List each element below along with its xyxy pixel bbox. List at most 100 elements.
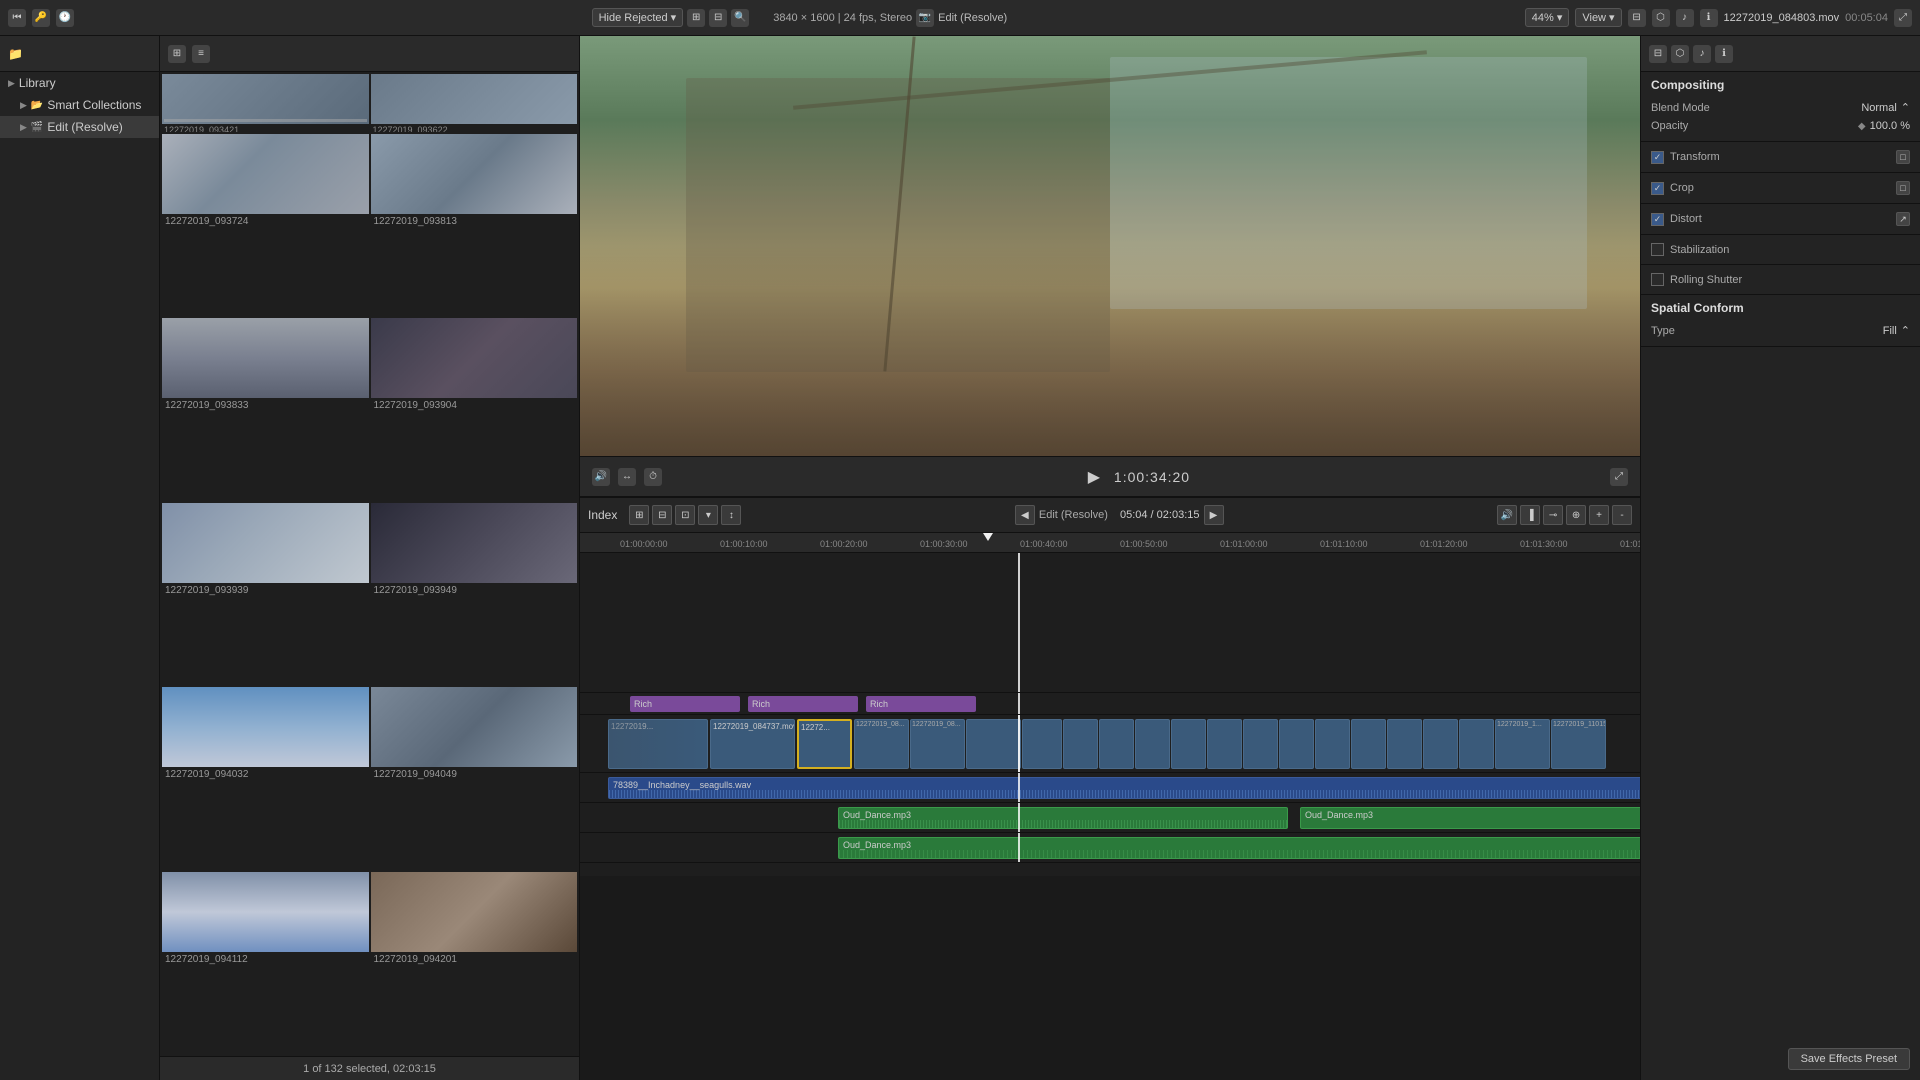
vc17[interactable]: [1423, 719, 1458, 769]
transform-icon[interactable]: ↔: [618, 468, 636, 486]
audio-track-seagulls: 78389__Inchadney__seagulls.wav: [580, 773, 1640, 803]
vc11[interactable]: [1207, 719, 1242, 769]
tl-btn-5[interactable]: ↕: [721, 505, 741, 525]
vc15[interactable]: [1351, 719, 1386, 769]
tl-btn-1[interactable]: ⊞: [629, 505, 649, 525]
audio-icon-btn[interactable]: ♪: [1693, 45, 1711, 63]
effects-icon[interactable]: ⬡: [1652, 9, 1670, 27]
media-thumb-6[interactable]: 12272019_093949: [371, 503, 578, 685]
toolbar-icon-2[interactable]: 🔑: [32, 9, 50, 27]
grid-view-icon[interactable]: ⊟: [709, 9, 727, 27]
purple-bar-3[interactable]: Rich: [866, 696, 976, 712]
play-button[interactable]: ▶: [1082, 465, 1106, 489]
oud-clip-2[interactable]: Oud_Dance.mp3: [1300, 807, 1640, 829]
tl-zoom-in[interactable]: +: [1589, 505, 1609, 525]
vc7[interactable]: [1063, 719, 1098, 769]
stabilization-label: Stabilization: [1670, 244, 1729, 256]
speed-icon[interactable]: ⏱: [644, 468, 662, 486]
camera-icon[interactable]: 📷: [916, 9, 934, 27]
tl-btn-3[interactable]: ⊡: [675, 505, 695, 525]
fullscreen-icon[interactable]: ⤢: [1894, 9, 1912, 27]
list-view-icon[interactable]: ⊞: [687, 9, 705, 27]
vc20[interactable]: 12272019_110158.mov: [1551, 719, 1606, 769]
oud-clip-3[interactable]: Oud_Dance.mp3: [838, 837, 1640, 859]
save-effects-preset-button[interactable]: Save Effects Preset: [1788, 1048, 1910, 1070]
crop-checkbox[interactable]: ✓: [1651, 182, 1664, 195]
media-thumb-9[interactable]: 12272019_094112: [162, 872, 369, 1054]
blend-mode-value[interactable]: Normal ⌃: [1861, 101, 1910, 114]
media-list-icon[interactable]: ⊞: [168, 45, 186, 63]
fullscreen-preview-icon[interactable]: ⤢: [1610, 468, 1628, 486]
vc14[interactable]: [1315, 719, 1350, 769]
video-track: 12272019... 12272019_084737.mov 12272...…: [580, 715, 1640, 773]
inspector-icon[interactable]: ⊟: [1628, 9, 1646, 27]
audio-icon[interactable]: ♪: [1676, 9, 1694, 27]
sidebar-item-library[interactable]: ▶ Library: [0, 72, 159, 94]
video-clip-selected[interactable]: 12272...: [797, 719, 852, 769]
purple-bar-2[interactable]: Rich: [748, 696, 858, 712]
type-value[interactable]: Fill ⌃: [1883, 324, 1910, 337]
zoom-btn[interactable]: 44% ▾: [1525, 8, 1570, 27]
vc13[interactable]: [1279, 719, 1314, 769]
tl-btn-4[interactable]: ▾: [698, 505, 718, 525]
vc8[interactable]: [1099, 719, 1134, 769]
distort-checkbox[interactable]: ✓: [1651, 213, 1664, 226]
audio-settings-icon[interactable]: 🔊: [592, 468, 610, 486]
distort-expand-icon[interactable]: ↗: [1896, 212, 1910, 226]
transform-checkbox[interactable]: ✓: [1651, 151, 1664, 164]
tl-audio-1[interactable]: 🔊: [1497, 505, 1517, 525]
media-thumb-2[interactable]: 12272019_093813: [371, 134, 578, 316]
stabilization-checkbox[interactable]: [1651, 243, 1664, 256]
media-thumb-4[interactable]: 12272019_093904: [371, 318, 578, 500]
tl-zoom-out[interactable]: -: [1612, 505, 1632, 525]
media-thumb-1[interactable]: 12272019_093724: [162, 134, 369, 316]
vc3[interactable]: 12272019_08...: [854, 719, 909, 769]
vc9[interactable]: [1135, 719, 1170, 769]
media-thumb-5[interactable]: 12272019_093939: [162, 503, 369, 685]
vc4[interactable]: 12272019_08...: [910, 719, 965, 769]
toolbar-icon-1[interactable]: ⏮: [8, 9, 26, 27]
media-thumb-7[interactable]: 12272019_094032: [162, 687, 369, 869]
rolling-shutter-section: Rolling Shutter: [1641, 265, 1920, 295]
video-clip-1[interactable]: 12272019...: [608, 719, 708, 769]
search-icon[interactable]: 🔍: [731, 9, 749, 27]
hide-rejected-btn[interactable]: Hide Rejected ▾: [592, 8, 684, 27]
sidebar-item-smart-collections[interactable]: ▶ 📂 Smart Collections: [0, 94, 159, 116]
crop-field: ✓ Crop □: [1651, 179, 1910, 197]
crop-expand-icon[interactable]: □: [1896, 181, 1910, 195]
media-thumb-10[interactable]: 12272019_094201: [371, 872, 578, 1054]
info-icon[interactable]: ℹ: [1700, 9, 1718, 27]
video-clip-2[interactable]: 12272019_084737.mov: [710, 719, 795, 769]
toolbar-icon-3[interactable]: 🕐: [56, 9, 74, 27]
vc10[interactable]: [1171, 719, 1206, 769]
transform-field: ✓ Transform □: [1651, 148, 1910, 166]
tl-audio-2[interactable]: ▐: [1520, 505, 1540, 525]
sidebar-item-edit-resolve[interactable]: ▶ 🎬 Edit (Resolve): [0, 116, 159, 138]
seagulls-clip[interactable]: 78389__Inchadney__seagulls.wav: [608, 777, 1640, 799]
tl-audio-3[interactable]: ⊸: [1543, 505, 1563, 525]
oud-clip-1[interactable]: Oud_Dance.mp3: [838, 807, 1288, 829]
inspector-icon-btn[interactable]: ⊟: [1649, 45, 1667, 63]
effects-icon-btn[interactable]: ⬡: [1671, 45, 1689, 63]
tl-nav-right[interactable]: ▶: [1204, 505, 1224, 525]
media-thumb-8[interactable]: 12272019_094049: [371, 687, 578, 869]
vc19[interactable]: 12272019_1...: [1495, 719, 1550, 769]
media-thumb-top1[interactable]: 12272019_093421: [162, 74, 369, 132]
vc5[interactable]: [966, 719, 1021, 769]
vc6[interactable]: [1022, 719, 1062, 769]
info-icon-btn[interactable]: ℹ: [1715, 45, 1733, 63]
tl-btn-2[interactable]: ⊟: [652, 505, 672, 525]
media-thumb-3[interactable]: 12272019_093833: [162, 318, 369, 500]
vc16[interactable]: [1387, 719, 1422, 769]
vc12[interactable]: [1243, 719, 1278, 769]
media-sort-icon[interactable]: ≡: [192, 45, 210, 63]
tl-nav-left[interactable]: ◀: [1015, 505, 1035, 525]
rolling-shutter-checkbox[interactable]: [1651, 273, 1664, 286]
spatial-type-row: Type Fill ⌃: [1651, 321, 1910, 340]
view-btn[interactable]: View ▾: [1575, 8, 1621, 27]
transform-expand-icon[interactable]: □: [1896, 150, 1910, 164]
vc18[interactable]: [1459, 719, 1494, 769]
purple-bar-1[interactable]: Rich: [630, 696, 740, 712]
media-thumb-top2[interactable]: 12272019_093622: [371, 74, 578, 132]
tl-audio-4[interactable]: ⊕: [1566, 505, 1586, 525]
